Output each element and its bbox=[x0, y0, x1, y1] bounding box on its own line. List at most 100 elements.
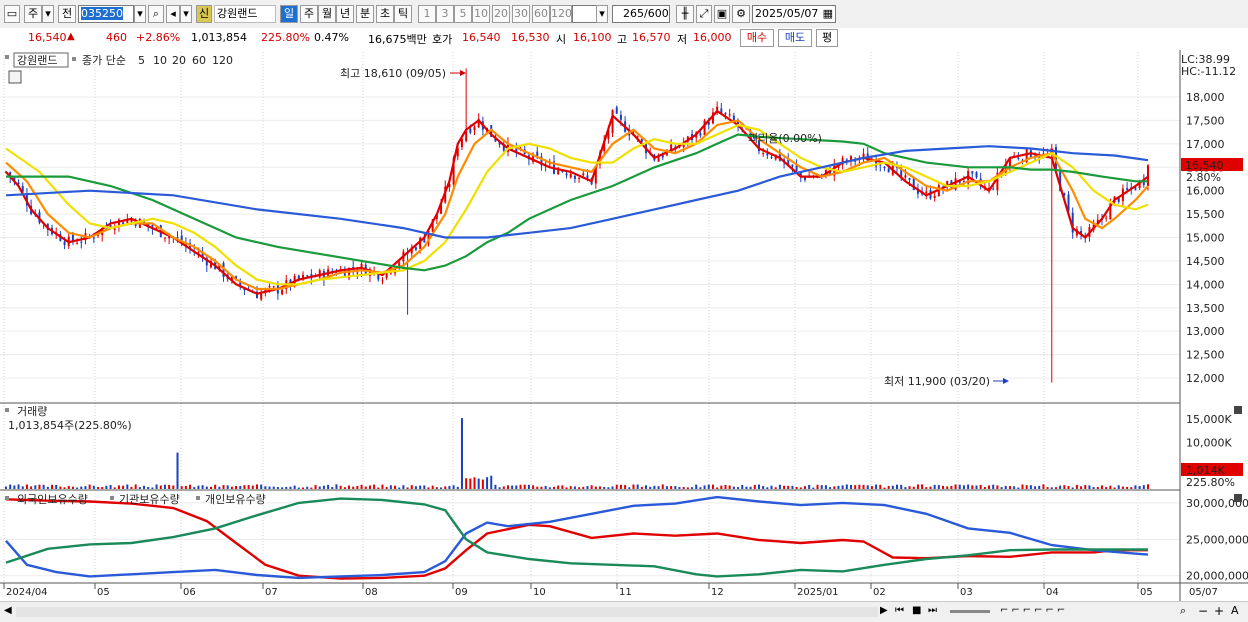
volume-panel-close-icon[interactable] bbox=[1234, 406, 1242, 414]
window-menu-icon[interactable]: ▭ bbox=[4, 5, 20, 23]
timeframe-button-6[interactable]: 틱 bbox=[394, 5, 412, 23]
low-value: 16,000 bbox=[693, 31, 732, 44]
candle-body bbox=[971, 171, 974, 174]
scroll-track[interactable] bbox=[16, 607, 878, 617]
speaker-icon[interactable]: ◂ bbox=[166, 5, 180, 23]
volume-bar bbox=[465, 478, 468, 489]
trade-amount: 16,675백만 bbox=[368, 33, 427, 46]
volume-bar bbox=[310, 487, 313, 489]
volume-bar bbox=[820, 485, 823, 489]
date-input[interactable]: 2025/05/07 ▦ bbox=[752, 5, 836, 23]
count-value: 265 bbox=[623, 7, 644, 20]
price-tick-label: 17,000 bbox=[1186, 138, 1225, 151]
last-page-icon[interactable]: ⏭ bbox=[928, 605, 937, 616]
high-label: 고 bbox=[617, 33, 628, 46]
stop-icon[interactable]: ■ bbox=[912, 605, 921, 616]
volume-bar bbox=[1109, 485, 1112, 489]
interval-button-10[interactable]: 10 bbox=[472, 5, 490, 23]
volume-title: 거래량 bbox=[17, 405, 47, 418]
volume-bar bbox=[778, 484, 781, 489]
volume-bar bbox=[942, 485, 945, 489]
candle-body bbox=[908, 177, 911, 180]
volume-bar bbox=[686, 487, 689, 489]
interval-chevron-icon[interactable]: ▾ bbox=[596, 5, 608, 23]
speaker-chevron-icon[interactable]: ▾ bbox=[180, 5, 192, 23]
stock-code-input[interactable]: 035250 bbox=[78, 5, 134, 23]
stock-code-chevron-icon[interactable]: ▾ bbox=[134, 5, 146, 23]
volume-bar bbox=[946, 486, 949, 489]
candle-body bbox=[1017, 157, 1020, 159]
interval-button-30[interactable]: 30 bbox=[512, 5, 530, 23]
x-axis-label: 05 bbox=[1140, 587, 1153, 598]
chart-area[interactable]: 12,000 12,500 13,000 13,500 14,000 14,500 15,0… bbox=[0, 48, 1248, 601]
scroll-left-icon[interactable]: ◀ bbox=[4, 605, 12, 616]
scroll-right-icon[interactable]: ▶ bbox=[880, 605, 888, 616]
stock-name-field[interactable]: 강원랜드 bbox=[214, 5, 276, 23]
compare-button[interactable]: 전 bbox=[58, 5, 76, 23]
period-type-chevron-icon[interactable]: ▾ bbox=[42, 5, 54, 23]
timeframe-button-5[interactable]: 초 bbox=[376, 5, 394, 23]
x-axis-label: 2025/01 bbox=[797, 587, 839, 598]
save-icon[interactable]: ▣ bbox=[714, 5, 730, 23]
bid-label: 호가 bbox=[432, 33, 453, 46]
interval-button-3[interactable]: 3 bbox=[436, 5, 454, 23]
volume-bar bbox=[896, 484, 899, 489]
interval-button-20[interactable]: 20 bbox=[492, 5, 510, 23]
timeframe-button-2[interactable]: 월 bbox=[318, 5, 336, 23]
interval-button-1[interactable]: 1 bbox=[418, 5, 436, 23]
zoom-slider[interactable] bbox=[950, 610, 990, 613]
volume-bar bbox=[707, 484, 710, 489]
zoom-in-icon[interactable]: + bbox=[1214, 604, 1224, 618]
legend-ma5: 5 bbox=[138, 54, 145, 67]
gear-icon[interactable]: ⚙ bbox=[732, 5, 750, 23]
timeframe-button-1[interactable]: 주 bbox=[300, 5, 318, 23]
volume-bar bbox=[88, 484, 91, 489]
volume-bar bbox=[113, 487, 116, 489]
candle-body bbox=[992, 188, 995, 190]
interval-button-5[interactable]: 5 bbox=[454, 5, 472, 23]
volume-bar bbox=[1017, 487, 1020, 489]
volume-bar bbox=[1147, 484, 1149, 489]
period-type-dropdown[interactable]: 주 bbox=[24, 5, 42, 23]
holding-panel-close-icon[interactable] bbox=[1234, 494, 1242, 502]
timeframe-button-0[interactable]: 일 bbox=[280, 5, 298, 23]
volume-bar bbox=[502, 486, 505, 489]
draw-tools-icon[interactable]: ⌐⌐⌐⌐⌐⌐ bbox=[1000, 605, 1068, 616]
volume-readout: 1,013,854주(225.80%) bbox=[8, 419, 132, 432]
buy-button[interactable]: 매수 bbox=[740, 29, 774, 47]
volume-bar bbox=[385, 486, 388, 489]
candle-body bbox=[80, 241, 83, 243]
volume-bar bbox=[1067, 485, 1070, 489]
first-page-icon[interactable]: ⏮ bbox=[895, 605, 904, 616]
volume-bar bbox=[222, 485, 225, 489]
count-input[interactable]: 265/600 bbox=[612, 5, 670, 23]
volume-bar bbox=[327, 484, 330, 489]
candle-body bbox=[92, 237, 95, 239]
volume-bar bbox=[25, 484, 28, 489]
search-icon[interactable]: ⌕ bbox=[148, 5, 164, 23]
volume-bar bbox=[674, 486, 677, 489]
timeframe-button-3[interactable]: 년 bbox=[336, 5, 354, 23]
interval-button-120[interactable]: 120 bbox=[550, 5, 572, 23]
volume-bar bbox=[414, 486, 417, 489]
volume-bar bbox=[1038, 485, 1041, 489]
volume-value: 1,013,854 bbox=[191, 31, 247, 44]
interval-button-60[interactable]: 60 bbox=[532, 5, 550, 23]
volume-bar bbox=[891, 485, 894, 489]
calendar-icon[interactable]: ▦ bbox=[823, 6, 833, 22]
candle-body bbox=[582, 173, 585, 176]
volume-bar bbox=[377, 487, 380, 489]
candle-body bbox=[578, 177, 581, 179]
high-annotation: 최고 18,610 (09/05) bbox=[340, 67, 446, 80]
zoom-search-icon[interactable]: ⌕ bbox=[1180, 604, 1186, 618]
volume-bar bbox=[230, 486, 233, 489]
eval-button[interactable]: 평 bbox=[816, 29, 838, 47]
table-icon[interactable] bbox=[8, 70, 22, 84]
candle-type-icon[interactable]: ╫ bbox=[676, 5, 694, 23]
sell-button[interactable]: 매도 bbox=[778, 29, 812, 47]
indicator-icon[interactable]: ⤢ bbox=[696, 5, 712, 23]
volume-bar bbox=[1013, 486, 1016, 489]
zoom-out-icon[interactable]: − bbox=[1198, 604, 1208, 618]
timeframe-button-4[interactable]: 분 bbox=[356, 5, 374, 23]
font-size-icon[interactable]: A bbox=[1231, 604, 1239, 617]
